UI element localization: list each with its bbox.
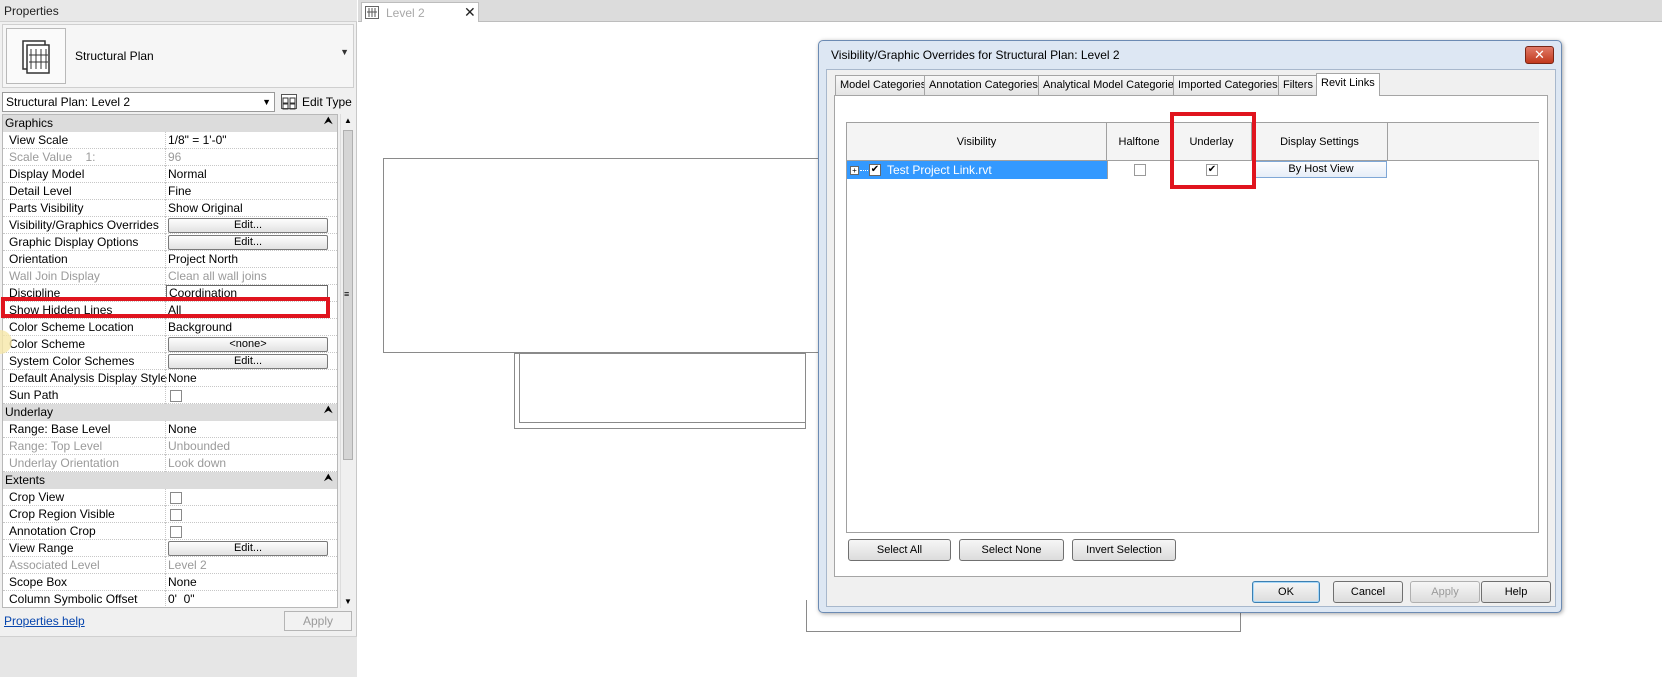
properties-scrollbar[interactable]: ▲ ≡ ▼ — [340, 114, 354, 608]
properties-help-link[interactable]: Properties help — [4, 614, 85, 628]
vg-overrides-edit-button[interactable]: Edit... — [168, 218, 328, 233]
crop-region-visible-checkbox[interactable] — [170, 509, 182, 521]
row-system-color-schemes: System Color Schemes Edit... — [3, 353, 337, 370]
row-orientation[interactable]: Orientation Project North — [3, 251, 337, 268]
row-color-scheme-location[interactable]: Color Scheme Location Background — [3, 319, 337, 336]
select-none-button[interactable]: Select None — [959, 539, 1064, 561]
tab-analytical-model-categories[interactable]: Analytical Model Categories — [1038, 75, 1185, 95]
row-scope-box[interactable]: Scope Box None — [3, 574, 337, 591]
row-view-range: View Range Edit... — [3, 540, 337, 557]
apply-button[interactable]: Apply — [1410, 581, 1480, 603]
row-parts-visibility[interactable]: Parts Visibility Show Original — [3, 200, 337, 217]
edit-type-label: Edit Type — [302, 95, 352, 109]
row-vg-overrides: Visibility/Graphics Overrides Edit... — [3, 217, 337, 234]
color-scheme-button[interactable]: <none> — [168, 337, 328, 352]
row-crop-view: Crop View — [3, 489, 337, 506]
collapse-icon[interactable]: ⮝ — [324, 472, 333, 485]
type-selector[interactable]: Structural Plan ▼ — [2, 24, 354, 88]
row-sun-path: Sun Path — [3, 387, 337, 404]
row-associated-level: Associated Level Level 2 — [3, 557, 337, 574]
plan-outline-inner — [519, 353, 806, 423]
column-display-settings[interactable]: Display Settings — [1252, 123, 1388, 161]
dropdown-arrow-icon: ▼ — [262, 97, 271, 107]
dropdown-arrow-icon[interactable]: ▼ — [340, 47, 349, 57]
select-all-button[interactable]: Select All — [848, 539, 951, 561]
row-crop-region-visible: Crop Region Visible — [3, 506, 337, 523]
tab-revit-links[interactable]: Revit Links — [1316, 73, 1380, 96]
properties-title: Properties — [0, 0, 357, 22]
table-row[interactable]: + ✔ Test Project Link.rvt ✔ By Host View — [847, 161, 1388, 179]
row-detail-level[interactable]: Detail Level Fine — [3, 183, 337, 200]
row-range-top-level: Range: Top Level Unbounded — [3, 438, 337, 455]
annotation-crop-checkbox[interactable] — [170, 526, 182, 538]
sun-path-checkbox[interactable] — [170, 390, 182, 402]
type-name: Structural Plan — [75, 49, 154, 63]
tab-filters[interactable]: Filters — [1278, 75, 1318, 95]
close-tab-icon[interactable]: ✕ — [464, 4, 476, 21]
tab-level-2[interactable]: Level 2 ✕ — [361, 2, 479, 22]
group-underlay[interactable]: Underlay ⮝ — [3, 404, 337, 421]
column-spacer — [1388, 123, 1539, 161]
view-tab-label: Level 2 — [386, 6, 425, 20]
row-graphic-display-options: Graphic Display Options Edit... — [3, 234, 337, 251]
scroll-up-icon[interactable]: ▲ — [344, 116, 352, 125]
row-annotation-crop: Annotation Crop — [3, 523, 337, 540]
link-name: Test Project Link.rvt — [887, 163, 992, 177]
highlight-show-hidden-lines — [1, 297, 330, 318]
halftone-checkbox[interactable] — [1134, 164, 1146, 176]
system-color-schemes-edit-button[interactable]: Edit... — [168, 354, 328, 369]
tab-model-categories[interactable]: Model Categories — [835, 75, 932, 95]
collapse-icon[interactable]: ⮝ — [324, 404, 333, 417]
visibility-checkbox[interactable]: ✔ — [869, 164, 881, 176]
display-settings-cell: By Host View — [1252, 161, 1388, 179]
group-graphics[interactable]: Graphics ⮝ — [3, 115, 337, 132]
cancel-button[interactable]: Cancel — [1333, 581, 1403, 603]
edit-type-button[interactable]: Edit Type — [280, 91, 354, 113]
status-area — [0, 636, 357, 677]
properties-apply-button[interactable]: Apply — [284, 611, 352, 631]
close-icon[interactable]: ✕ — [1525, 46, 1554, 64]
display-settings-button[interactable]: By Host View — [1255, 161, 1387, 178]
instance-selector-label: Structural Plan: Level 2 — [6, 95, 131, 109]
plan-view-icon — [365, 6, 379, 19]
crop-view-checkbox[interactable] — [170, 492, 182, 504]
tab-imported-categories[interactable]: Imported Categories — [1173, 75, 1283, 95]
dialog-title: Visibility/Graphic Overrides for Structu… — [831, 48, 1120, 62]
view-range-edit-button[interactable]: Edit... — [168, 541, 328, 556]
row-underlay-orientation: Underlay Orientation Look down — [3, 455, 337, 472]
halftone-cell — [1107, 161, 1172, 179]
grip-icon: ≡ — [344, 289, 350, 299]
properties-grid: Graphics ⮝ View Scale 1/8" = 1'-0" Scale V… — [2, 114, 338, 608]
row-scale-value: Scale Value 1: 96 — [3, 149, 337, 166]
row-view-scale[interactable]: View Scale 1/8" = 1'-0" — [3, 132, 337, 149]
tree-connector — [860, 170, 868, 171]
crop-region-outline — [383, 158, 823, 353]
row-wall-join-display: Wall Join Display Clean all wall joins — [3, 268, 337, 285]
expand-icon[interactable]: + — [850, 166, 859, 175]
highlight-underlay-column — [1170, 112, 1256, 189]
column-halftone[interactable]: Halftone — [1107, 123, 1172, 161]
properties-panel: Properties Structural Plan ▼ Structural … — [0, 0, 357, 677]
column-visibility[interactable]: Visibility — [847, 123, 1107, 161]
row-color-scheme: Color Scheme <none> — [3, 336, 337, 353]
graphic-display-edit-button[interactable]: Edit... — [168, 235, 328, 250]
tab-annotation-categories[interactable]: Annotation Categories — [924, 75, 1043, 95]
invert-selection-button[interactable]: Invert Selection — [1072, 539, 1176, 561]
help-button[interactable]: Help — [1481, 581, 1551, 603]
scroll-down-icon[interactable]: ▼ — [344, 597, 352, 606]
instance-selector[interactable]: Structural Plan: Level 2 ▼ — [2, 92, 275, 112]
structural-plan-icon — [6, 28, 66, 84]
ok-button[interactable]: OK — [1252, 581, 1320, 603]
row-default-analysis-display-style[interactable]: Default Analysis Display Style None — [3, 370, 337, 387]
row-range-base-level[interactable]: Range: Base Level None — [3, 421, 337, 438]
view-tab-bar — [358, 0, 1662, 22]
row-column-symbolic-offset[interactable]: Column Symbolic Offset 0' 0" — [3, 591, 337, 607]
row-display-model[interactable]: Display Model Normal — [3, 166, 337, 183]
collapse-icon[interactable]: ⮝ — [324, 115, 333, 128]
edit-type-icon — [281, 94, 297, 110]
group-extents[interactable]: Extents ⮝ — [3, 472, 337, 489]
